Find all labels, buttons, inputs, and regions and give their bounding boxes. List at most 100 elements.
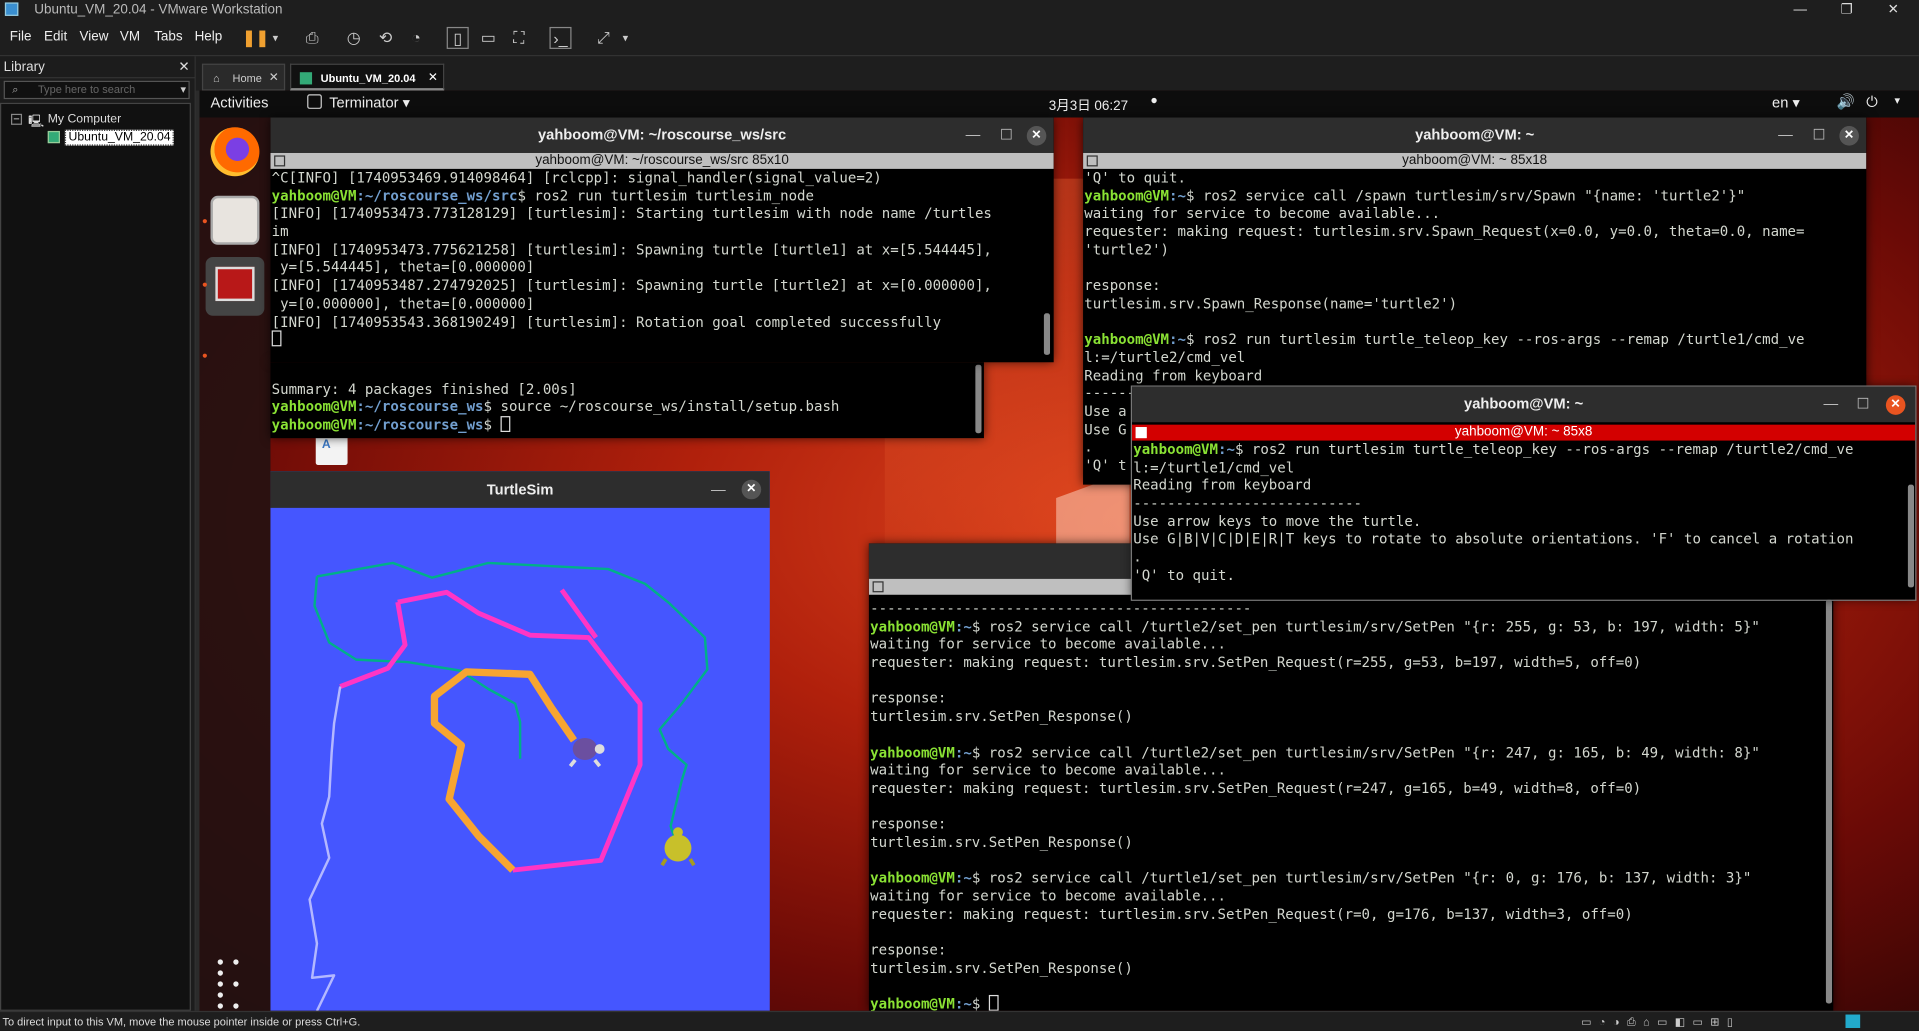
terminal-line: ----------------------------------------… (870, 600, 1833, 618)
close-icon[interactable]: ✕ (1885, 395, 1906, 415)
minimize-icon[interactable]: — (966, 117, 981, 152)
terminal-output[interactable]: Summary: 4 packages finished [2.00s] yahb… (270, 362, 983, 438)
close-icon[interactable]: ✕ (1876, 0, 1910, 21)
prompt-path: :~/roscourse_ws (356, 416, 484, 434)
turtlesim-canvas[interactable] (270, 508, 769, 1011)
device-icons[interactable]: ▭◔◑⎙⌂▭◧▭⊞▯ (1581, 1012, 1740, 1030)
menu-file[interactable]: File (10, 29, 32, 44)
scrollbar[interactable] (1907, 484, 1915, 588)
terminal-icon[interactable]: ›_ (549, 26, 572, 49)
prompt-user: yahboom@VM (870, 869, 955, 887)
minimize-icon[interactable]: — (1823, 387, 1838, 422)
stretch-icon[interactable]: ⤢ (592, 27, 614, 49)
terminal-output[interactable]: yahboom@VM:~$ ros2 run turtlesim turtle_… (1132, 441, 1915, 600)
turtlesim-window[interactable]: TurtleSim — ✕ (270, 471, 770, 1011)
split-icon[interactable] (1135, 427, 1147, 439)
menu-edit[interactable]: Edit (44, 29, 67, 44)
terminal-line: response: (870, 815, 1833, 833)
revert-snapshot-icon[interactable]: ⟲ (374, 27, 396, 49)
send-ctrl-alt-del-icon[interactable]: ⎙ (301, 27, 323, 49)
window-titlebar[interactable]: yahboom@VM: ~ — ☐ ✕ (1132, 386, 1916, 423)
minimize-icon[interactable]: — (711, 471, 726, 508)
menu-vm[interactable]: VM (120, 29, 140, 44)
library-panel: Library ✕ ⌕ Type here to search ▾ − 🖳 My… (0, 56, 196, 1011)
menu-view[interactable]: View (80, 29, 109, 44)
terminal-line: yahboom@VM:~$ ros2 run turtlesim turtle_… (1133, 441, 1915, 459)
terminal-line: Use G|B|V|C|D|E|R|T keys to rotate to ab… (1133, 530, 1915, 548)
pause-icon[interactable]: ❚❚ (242, 27, 269, 49)
window-titlebar[interactable]: yahboom@VM: ~ — ☐ ✕ (1083, 117, 1867, 153)
close-icon[interactable]: ✕ (1839, 126, 1859, 146)
show-applications-icon[interactable]: ● ● ●● ● ●● ● ● (217, 956, 251, 1010)
tree-vm-item[interactable]: Ubuntu_VM_20.04 (64, 129, 175, 146)
terminal-subtitle-bar: yahboom@VM: ~ 85x8 (1132, 424, 1916, 441)
close-icon[interactable]: ✕ (269, 65, 279, 92)
close-icon[interactable]: ✕ (741, 479, 762, 500)
split-icon[interactable] (1086, 155, 1098, 167)
maximize-icon[interactable]: ☐ (1857, 387, 1870, 422)
terminal-subtitle: yahboom@VM: ~ 85x8 (1454, 424, 1593, 440)
power-icon[interactable]: ⏻ (1866, 93, 1878, 111)
firefox-icon[interactable] (210, 127, 260, 177)
split-icon[interactable] (872, 581, 884, 593)
restore-icon[interactable]: ❐ (1830, 0, 1864, 21)
activities-button[interactable]: Activities (210, 94, 268, 111)
split-icon[interactable] (274, 155, 286, 167)
tab-ubuntu-vm[interactable]: Ubuntu_VM_20.04 ✕ (290, 63, 445, 92)
collapse-icon[interactable]: − (11, 113, 23, 125)
line-text: $ ros2 service call /turtle2/set_pen tur… (971, 617, 1760, 635)
tab-home[interactable]: ⌂ Home ✕ (201, 63, 286, 92)
scrollbar[interactable] (1043, 313, 1051, 355)
guest-screen[interactable]: Activities Terminator ▾ 3月3日 06:27 ● en … (199, 90, 1919, 1011)
close-icon[interactable]: ✕ (428, 65, 438, 92)
tab-home-label: Home (232, 72, 262, 85)
line-text: --------------------------- (1133, 494, 1363, 512)
library-search-input[interactable]: ⌕ Type here to search ▾ (3, 80, 190, 100)
minimize-icon[interactable]: — (1783, 0, 1817, 21)
tree-my-computer[interactable]: My Computer (48, 113, 121, 126)
library-title: Library (3, 59, 45, 75)
line-text: requester: making request: turtlesim.srv… (870, 905, 1633, 923)
library-view-icon[interactable]: ▯ (446, 26, 469, 49)
menu-tabs[interactable]: Tabs (154, 29, 182, 44)
terminal-window-teleop[interactable]: yahboom@VM: ~ — ☐ ✕ yahboom@VM: ~ 85x8 y… (1130, 385, 1917, 601)
terminal-window-setpen[interactable]: ----------------------------------------… (868, 543, 1834, 1011)
line-text: l:=/turtle1/cmd_vel (1133, 458, 1295, 476)
window-titlebar[interactable]: yahboom@VM: ~/roscourse_ws/src — ☐ ✕ (270, 117, 1054, 153)
prompt-user: yahboom@VM (271, 416, 357, 434)
language-indicator[interactable]: en ▾ (1772, 94, 1800, 111)
chevron-down-icon[interactable]: ▾ (180, 82, 186, 98)
terminal-line: ^C[INFO] [1740953469.914098464] [rclcpp]… (272, 169, 1054, 187)
console-view-icon[interactable]: ▭ (477, 27, 499, 49)
prompt-user: yahboom@VM (1084, 330, 1170, 348)
terminator-icon (215, 266, 255, 302)
snapshot-manager-icon[interactable]: ◔ (405, 27, 427, 49)
minimize-icon[interactable]: — (1778, 117, 1793, 152)
maximize-icon[interactable]: ☐ (1812, 117, 1825, 152)
files-icon[interactable] (210, 195, 260, 245)
terminal-output[interactable]: ----------------------------------------… (869, 600, 1833, 1011)
chevron-down-icon[interactable]: ▾ (614, 27, 636, 49)
chevron-down-icon[interactable]: ▾ (1894, 94, 1900, 107)
close-icon[interactable]: ✕ (178, 56, 189, 78)
scrollbar[interactable] (975, 364, 982, 434)
terminal-window-src[interactable]: yahboom@VM: ~/roscourse_ws/src — ☐ ✕ yah… (270, 117, 1054, 363)
snapshot-icon[interactable]: ◷ (343, 27, 365, 49)
window-titlebar[interactable]: TurtleSim — ✕ (270, 471, 770, 508)
line-text: $ source ~/roscourse_ws/install/setup.ba… (483, 398, 840, 416)
maximize-icon[interactable]: ☐ (1000, 117, 1013, 152)
chevron-down-icon[interactable]: ▾ (264, 27, 286, 49)
clock[interactable]: 3月3日 06:27 (1049, 95, 1128, 115)
app-menu[interactable]: Terminator ▾ (329, 94, 410, 111)
close-icon[interactable]: ✕ (1026, 126, 1047, 146)
scrollbar[interactable] (1825, 599, 1833, 1004)
volume-icon[interactable]: 🔊 (1837, 93, 1855, 110)
terminal-window-background[interactable]: Summary: 4 packages finished [2.00s] yahb… (270, 362, 984, 439)
line-text: turtlesim.srv.SetPen_Response() (870, 833, 1133, 851)
terminator-dock-item[interactable] (205, 256, 265, 316)
prompt-path: :~ (1217, 440, 1235, 458)
menu-help[interactable]: Help (195, 29, 223, 44)
fullscreen-icon[interactable]: ⛶ (508, 27, 530, 49)
terminal-output[interactable]: ^C[INFO] [1740953469.914098464] [rclcpp]… (270, 169, 1053, 362)
